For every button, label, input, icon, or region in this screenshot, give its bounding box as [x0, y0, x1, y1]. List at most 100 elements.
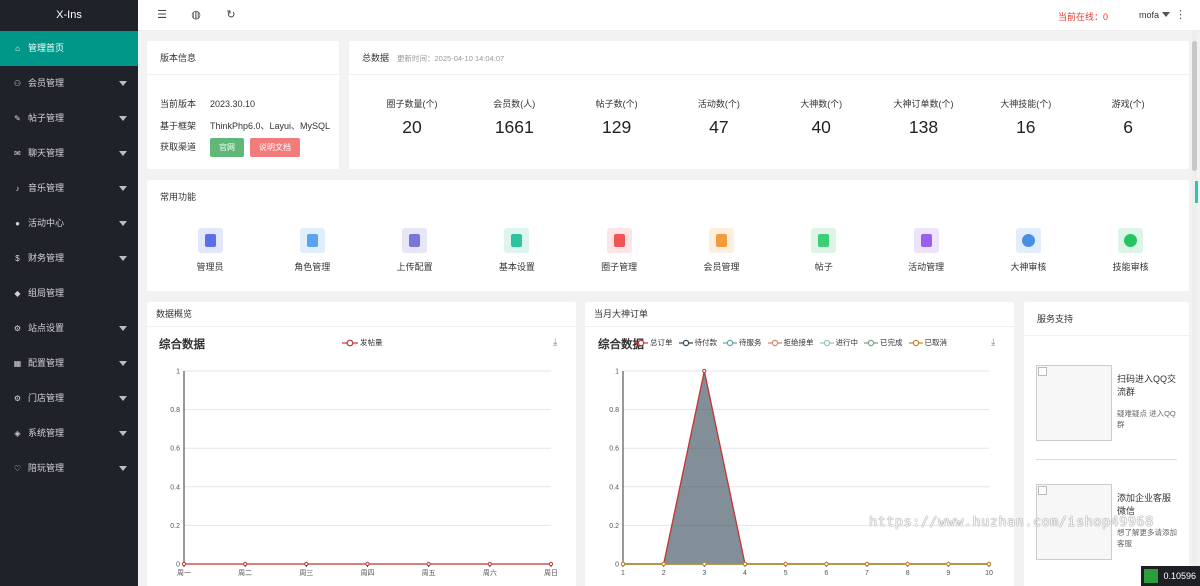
x-tick-label: 6 — [824, 570, 828, 577]
watermark: https://www.huzhan.com/ishop49968 — [869, 514, 1154, 530]
sidebar-item-label: 系统管理 — [28, 428, 65, 438]
top-header: ☰ ◍ ↻ 当前在线：0 mofa ⋮ — [138, 0, 1200, 31]
shortcut-upload-config[interactable]: 上传配置 — [364, 228, 466, 273]
data-point — [181, 561, 187, 567]
shortcut-label: 帖子 — [814, 262, 833, 272]
shortcut-post-box[interactable]: 帖子 — [773, 228, 875, 273]
system-icon: ◈ — [14, 429, 21, 438]
sidebar-item-6[interactable]: $ 财务管理 — [0, 241, 138, 276]
sidebar-item-label: 聊天管理 — [28, 148, 65, 158]
y-tick-label: 0 — [176, 562, 180, 569]
data-point — [243, 561, 248, 567]
docs-button[interactable]: 说明文档 — [250, 138, 300, 157]
menu-fold-icon[interactable]: ☰ — [155, 8, 169, 22]
stat-label: 大神订单数(个) — [893, 99, 954, 109]
sidebar-item-4[interactable]: ♪ 音乐管理 — [0, 171, 138, 206]
support-card-title: 服务支持 — [1024, 302, 1189, 336]
upload-config-icon — [402, 228, 428, 253]
official-site-button[interactable]: 官网 — [210, 138, 244, 157]
y-tick-label: 0.2 — [609, 523, 619, 530]
shortcut-member[interactable]: 会员管理 — [671, 228, 773, 273]
sidebar-item-label: 陪玩管理 — [28, 463, 65, 473]
version-card: 版本信息 当前版本 2023.30.10 基于框架 ThinkPhp6.0、Layu… — [147, 41, 339, 169]
shortcut-activity-manage[interactable]: 活动管理 — [875, 228, 977, 273]
x-tick-label: 4 — [743, 570, 747, 577]
stat-label: 大神技能(个) — [1000, 99, 1052, 109]
shortcut-label: 圈子管理 — [601, 262, 638, 272]
sidebar-item-10[interactable]: ⚙ 门店管理 — [0, 381, 138, 416]
stat-item: 大神订单数(个) 138 — [873, 97, 975, 138]
page-scrollbar[interactable] — [1192, 31, 1197, 586]
y-tick-label: 1 — [176, 369, 180, 376]
shortcut-p-badge[interactable]: 技能审核 — [1080, 228, 1182, 273]
sidebar-item-label: 配置管理 — [28, 358, 65, 368]
y-tick-label: 0.8 — [609, 407, 619, 414]
sidebar-item-2[interactable]: ✎ 帖子管理 — [0, 101, 138, 136]
shortcut-basic-settings[interactable]: 基本设置 — [466, 228, 568, 273]
x-tick-label: 周日 — [544, 569, 558, 577]
sidebar-item-11[interactable]: ◈ 系统管理 — [0, 416, 138, 451]
sidebar-item-label: 组局管理 — [28, 288, 65, 298]
sidebar: X-Ins ⌂ 管理首页 ⚇ 会员管理 ✎ 帖子管理 ✉ 聊天管理 ♪ 音乐管理 ● 活动中心 $ 财务管… — [0, 0, 138, 586]
shortcut-label: 活动管理 — [908, 262, 945, 272]
user-menu[interactable]: mofa — [1139, 10, 1170, 20]
totals-card: 总数据 更新时间：2025-04-10 14:04:07 圈子数量(个) 20 会员数… — [349, 41, 1189, 169]
version-key: 当前版本 — [160, 99, 197, 109]
stat-value: 6 — [1123, 117, 1133, 137]
stat-label: 圈子数量(个) — [386, 99, 438, 109]
p-badge-icon — [1118, 228, 1144, 253]
y-tick-label: 0.4 — [609, 484, 619, 491]
shortcut-label: 管理员 — [196, 262, 224, 272]
sidebar-item-12[interactable]: ♡ 陪玩管理 — [0, 451, 138, 486]
sidebar-item-5[interactable]: ● 活动中心 — [0, 206, 138, 241]
more-vertical-icon[interactable]: ⋮ — [1175, 8, 1186, 21]
activity-manage-icon — [913, 228, 939, 253]
sidebar-item-7[interactable]: ◆ 组局管理 — [0, 276, 138, 311]
badge-logo-icon — [1144, 569, 1159, 583]
scrollbar-thumb[interactable] — [1192, 41, 1197, 171]
app-logo[interactable]: X-Ins — [0, 0, 138, 31]
globe-icon[interactable]: ◍ — [189, 8, 203, 22]
chart2-svg: 0 0.2 0.4 0.6 0.8 1 1 2 3 4 5 6 7 8 9 10 — [609, 368, 993, 578]
data-point — [304, 561, 309, 567]
stat-label: 帖子数(个) — [595, 99, 638, 109]
shortcut-label: 会员管理 — [703, 262, 740, 272]
version-row: 当前版本 2023.30.10 — [160, 97, 255, 110]
sidebar-item-0[interactable]: ⌂ 管理首页 — [0, 31, 138, 66]
sidebar-item-3[interactable]: ✉ 聊天管理 — [0, 136, 138, 171]
data-point — [864, 561, 870, 567]
stat-item: 会员数(人) 1661 — [463, 97, 565, 138]
sidebar-item-label: 帖子管理 — [28, 113, 65, 123]
basketball-icon — [1015, 228, 1041, 253]
x-tick-label: 1 — [621, 570, 625, 577]
data-point — [783, 561, 788, 567]
version-value: 2023.30.10 — [210, 99, 256, 109]
support-item-desc: 疑难疑点 进入QQ群 — [1117, 409, 1176, 429]
circle-icon — [606, 228, 632, 253]
sidebar-item-9[interactable]: ▦ 配置管理 — [0, 346, 138, 381]
refresh-icon[interactable]: ↻ — [224, 8, 238, 22]
sidebar-item-1[interactable]: ⚇ 会员管理 — [0, 66, 138, 101]
chevron-down-icon — [1162, 12, 1170, 17]
shortcut-admin[interactable]: 管理员 — [159, 228, 261, 273]
scroll-marker — [1195, 181, 1198, 203]
channel-key: 获取渠道 — [160, 142, 197, 152]
y-tick-label: 0.6 — [170, 446, 180, 453]
stat-item: 大神数(个) 40 — [770, 97, 872, 138]
totals-title: 总数据 — [362, 53, 390, 63]
stat-value: 47 — [709, 117, 729, 137]
sidebar-item-label: 财务管理 — [28, 253, 65, 263]
role-icon — [299, 228, 325, 253]
data-point — [702, 368, 707, 374]
stat-label: 会员数(人) — [493, 99, 536, 109]
x-tick-label: 2 — [662, 570, 666, 577]
data-point — [620, 561, 626, 567]
chevron-down-icon — [119, 221, 127, 226]
shortcut-basketball[interactable]: 大神审核 — [977, 228, 1079, 273]
site-settings-icon: ⚙ — [13, 324, 22, 333]
shortcut-circle[interactable]: 圈子管理 — [568, 228, 670, 273]
y-tick-label: 0 — [615, 562, 619, 569]
sidebar-item-8[interactable]: ⚙ 站点设置 — [0, 311, 138, 346]
shortcut-role[interactable]: 角色管理 — [261, 228, 363, 273]
online-count: 当前在线：0 — [1057, 12, 1108, 22]
